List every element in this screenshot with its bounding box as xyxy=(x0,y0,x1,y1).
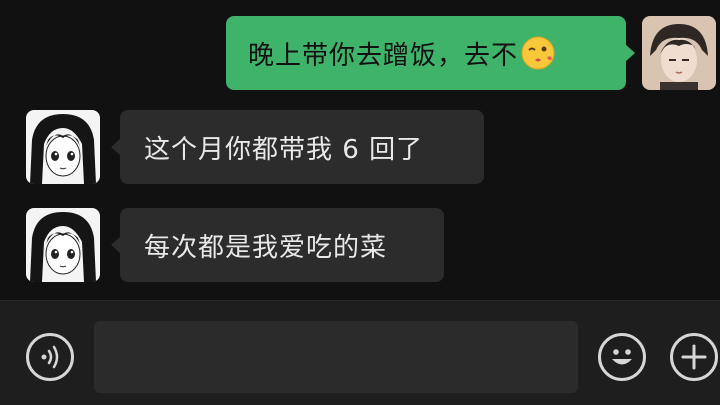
voice-button[interactable] xyxy=(26,333,74,381)
message-input-bar xyxy=(0,300,720,405)
plus-icon xyxy=(673,344,715,382)
sent-message-text: 晚上带你去蹭饭，去不 xyxy=(248,40,519,71)
more-button[interactable] xyxy=(670,333,718,381)
message-list: 晚上带你去蹭饭，去不 这个月你都带我 6 回了 每次都是我爱吃的菜 xyxy=(0,0,720,300)
emoji-button[interactable] xyxy=(598,333,646,381)
received-message-bubble[interactable]: 每次都是我爱吃的菜 xyxy=(111,208,444,282)
voice-icon xyxy=(29,345,71,382)
smiley-icon xyxy=(601,349,643,382)
wink-kiss-emoji-icon xyxy=(520,35,556,71)
received-message-bubble[interactable]: 这个月你都带我 6 回了 xyxy=(111,110,484,184)
my-avatar[interactable] xyxy=(642,16,716,90)
contact-avatar[interactable] xyxy=(26,110,100,184)
message-input[interactable] xyxy=(94,321,578,393)
contact-avatar[interactable] xyxy=(26,208,100,282)
received-message-text: 这个月你都带我 6 回了 xyxy=(144,134,424,165)
sent-message-bubble[interactable]: 晚上带你去蹭饭，去不 xyxy=(226,16,635,90)
chat-screen: 晚上带你去蹭饭，去不 这个月你都带我 6 回了 每次都是我爱吃的菜 xyxy=(0,0,720,405)
received-message-text: 每次都是我爱吃的菜 xyxy=(144,232,388,263)
